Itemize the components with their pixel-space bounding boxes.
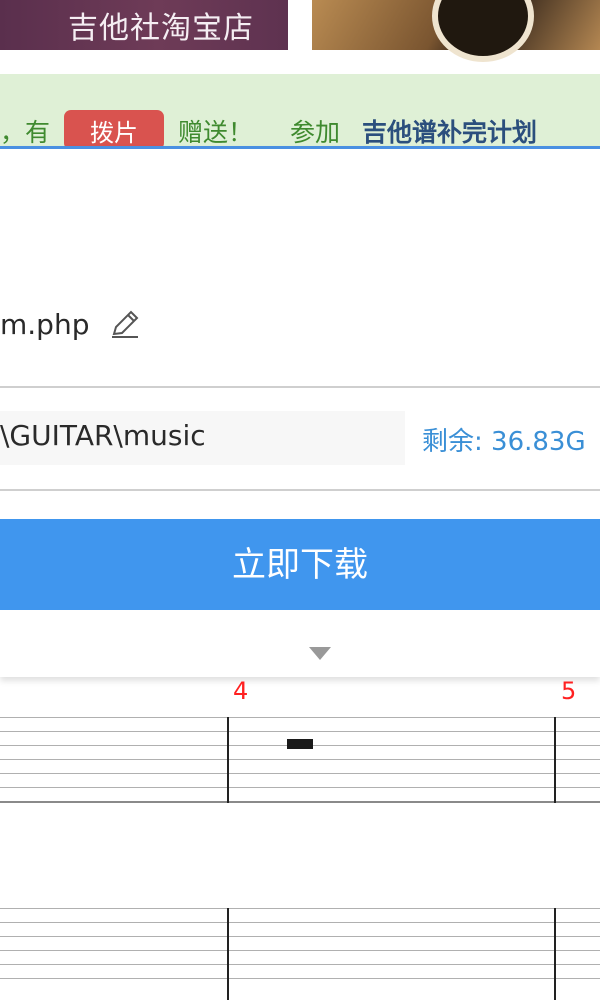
staff-line <box>0 773 600 774</box>
divider <box>0 386 600 388</box>
file-name: m.php <box>0 308 90 341</box>
expand-down-icon[interactable] <box>309 647 331 660</box>
staff-line <box>0 717 600 718</box>
bar-line <box>554 717 556 803</box>
guitar-banner-image[interactable] <box>312 0 600 62</box>
measure-number: 5 <box>561 677 577 705</box>
bar-line <box>554 908 556 1000</box>
staff-line <box>0 964 600 965</box>
divider <box>0 489 600 491</box>
staff-line <box>0 801 600 803</box>
pencil-icon[interactable] <box>108 307 142 341</box>
shop-banner-label: 吉他社淘宝店 <box>68 11 254 46</box>
guitar-soundhole-graphic <box>432 0 534 62</box>
staff-line <box>0 922 600 923</box>
notice-gift-text: 赠送！ <box>178 118 254 147</box>
bar-line <box>227 908 229 1000</box>
measure-number: 4 <box>233 677 249 705</box>
staff-line <box>0 936 600 937</box>
notice-join-text: 参加 <box>290 118 341 147</box>
notice-prefix: ，有 <box>0 118 51 147</box>
whole-rest-icon <box>287 739 313 749</box>
download-now-button[interactable]: 立即下载 <box>0 519 600 610</box>
staff-line <box>0 978 600 979</box>
bar-line <box>227 717 229 803</box>
save-path-value: \GUITAR\music <box>0 419 206 452</box>
download-panel: m.php \GUITAR\music 剩余: 36.83G 立即下载 <box>0 146 600 677</box>
pick-badge: 拨片 <box>64 110 164 150</box>
free-space-indicator: 剩余: 36.83G <box>422 427 586 457</box>
staff-line <box>0 731 600 732</box>
shop-banner[interactable]: 吉他社淘宝店 <box>0 0 288 50</box>
staff-line <box>0 908 600 909</box>
staff-line <box>0 759 600 760</box>
staff-line <box>0 787 600 788</box>
staff-line <box>0 950 600 951</box>
completion-plan-link[interactable]: 吉他谱补完计划 <box>362 113 537 149</box>
